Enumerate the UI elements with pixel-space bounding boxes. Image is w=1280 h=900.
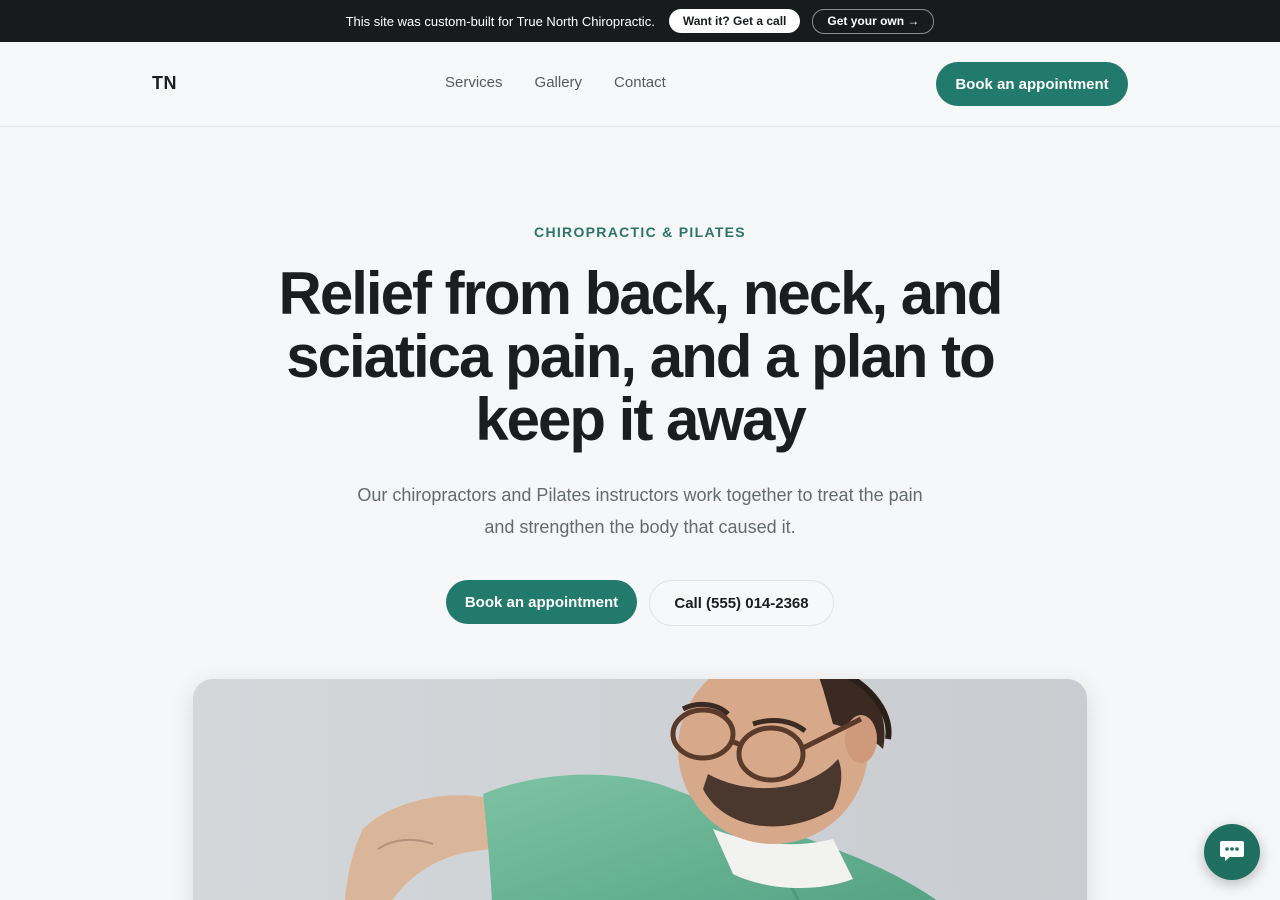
nav-item-contact[interactable]: Contact: [614, 74, 666, 91]
chiropractor-photo-illustration: [193, 679, 1087, 900]
hero-subhead: Our chiropractors and Pilates instructor…: [357, 485, 923, 537]
main-nav: Services Gallery Contact: [445, 74, 666, 91]
promo-text: This site was custom-built for True Nort…: [345, 13, 655, 29]
header-book-appointment-button[interactable]: Book an appointment: [936, 62, 1128, 106]
hero-cta-row: Book an appointment Call (555) 014-2368: [0, 580, 1280, 626]
promo-banner: This site was custom-built for True Nort…: [0, 0, 1280, 42]
logo[interactable]: TN: [152, 73, 177, 94]
hero-photo: [193, 679, 1087, 900]
hero-call-button[interactable]: Call (555) 014-2368: [649, 580, 834, 626]
site-header: TN Services Gallery Contact Book an appo…: [0, 42, 1280, 127]
chat-bubble-icon: [1218, 838, 1246, 867]
nav-item-gallery[interactable]: Gallery: [535, 74, 583, 91]
nav-item-services[interactable]: Services: [445, 74, 503, 91]
hero-eyebrow: CHIROPRACTIC & PILATES: [534, 224, 746, 240]
get-your-own-button[interactable]: Get your own →: [812, 8, 935, 34]
hero-section: CHIROPRACTIC & PILATES Relief from back,…: [0, 127, 1280, 626]
get-a-call-button[interactable]: Want it? Get a call: [668, 9, 801, 33]
chat-button[interactable]: [1204, 824, 1260, 880]
hero-headline: Relief from back, neck, and sciatica pai…: [278, 260, 1004, 453]
hero-book-appointment-button[interactable]: Book an appointment: [446, 580, 637, 624]
